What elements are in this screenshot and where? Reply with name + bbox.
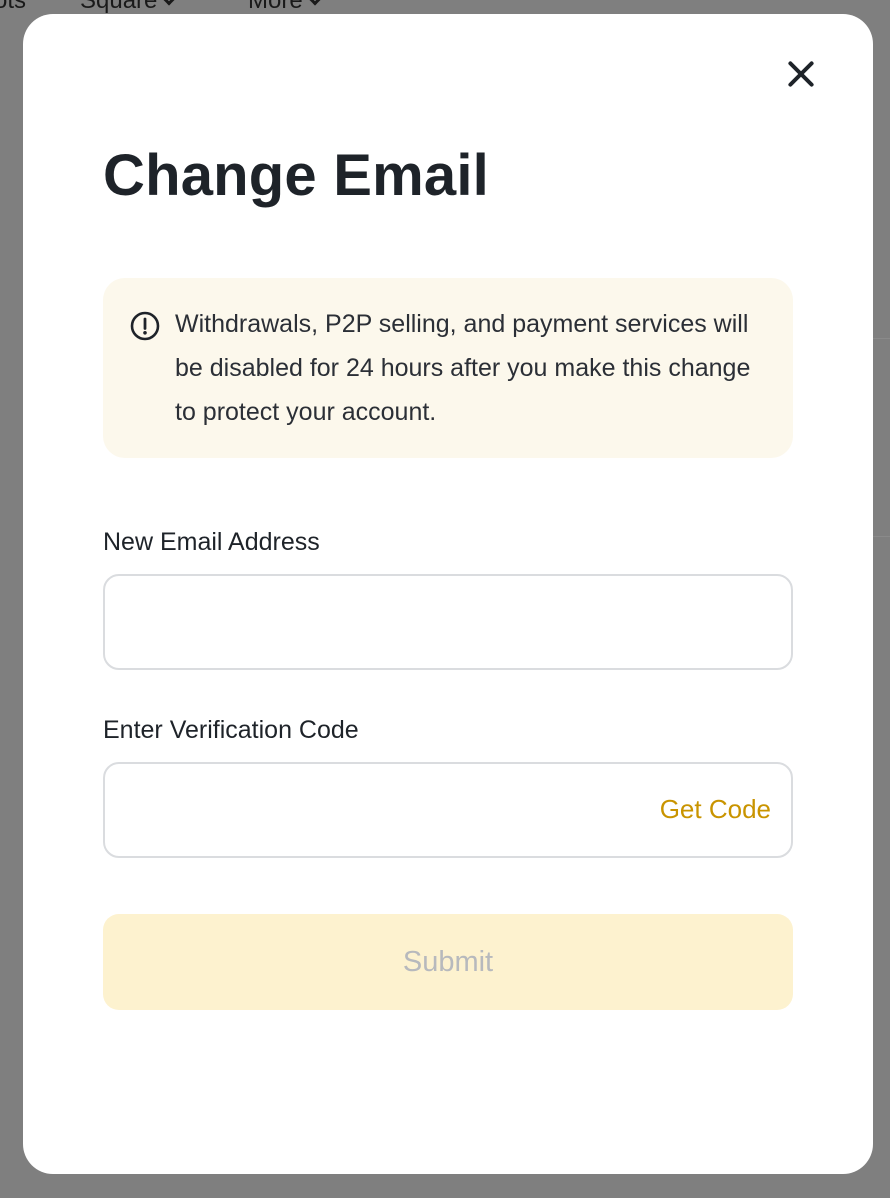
- get-code-button[interactable]: Get Code: [660, 794, 771, 825]
- chevron-down-icon: [160, 0, 178, 6]
- email-field[interactable]: [103, 574, 793, 670]
- nav-item-label: Square: [80, 0, 158, 14]
- nav-item-label: More: [248, 0, 303, 14]
- email-field-label: New Email Address: [103, 528, 320, 556]
- chevron-down-icon: [306, 0, 324, 6]
- background-divider: [870, 536, 890, 537]
- warning-notice: Withdrawals, P2P selling, and payment se…: [103, 278, 793, 458]
- nav-item-bots: ots: [0, 0, 26, 15]
- change-email-modal: Change Email Withdrawals, P2P selling, a…: [23, 14, 873, 1174]
- email-input[interactable]: [125, 576, 629, 670]
- nav-item-square: Square: [80, 0, 178, 15]
- notice-text: Withdrawals, P2P selling, and payment se…: [175, 310, 751, 426]
- verification-code-field[interactable]: Get Code: [103, 762, 793, 858]
- nav-item-label: ots: [0, 0, 27, 14]
- submit-button[interactable]: Submit: [103, 914, 793, 1010]
- close-icon[interactable]: [781, 54, 821, 94]
- code-field-label: Enter Verification Code: [103, 716, 359, 744]
- verification-code-input[interactable]: [125, 764, 629, 858]
- nav-item-more: More: [248, 0, 324, 15]
- alert-circle-icon: [130, 311, 160, 341]
- background-divider: [870, 338, 890, 339]
- modal-title: Change Email: [103, 143, 489, 208]
